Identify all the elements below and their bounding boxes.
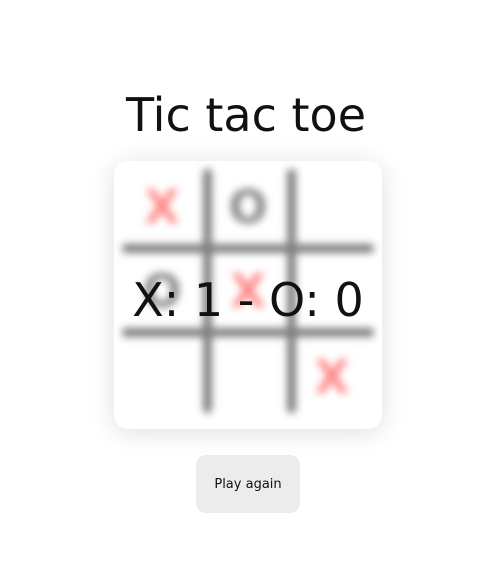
board-cell-3[interactable]	[290, 165, 374, 249]
score-display: X: 1 - O: 0	[132, 273, 364, 327]
board-cell-2[interactable]: O	[206, 165, 290, 249]
board-cell-7[interactable]	[120, 335, 204, 419]
board-cell-9[interactable]: X	[290, 335, 374, 419]
play-again-button[interactable]: Play again	[196, 455, 300, 513]
page-title: Tic tac toe	[126, 88, 366, 142]
board-cell-8[interactable]	[206, 335, 290, 419]
game-page: Tic tac toe X O O X X X: 1 - O: 0 Play a…	[0, 0, 492, 577]
board-cell-1[interactable]: X	[120, 165, 204, 249]
